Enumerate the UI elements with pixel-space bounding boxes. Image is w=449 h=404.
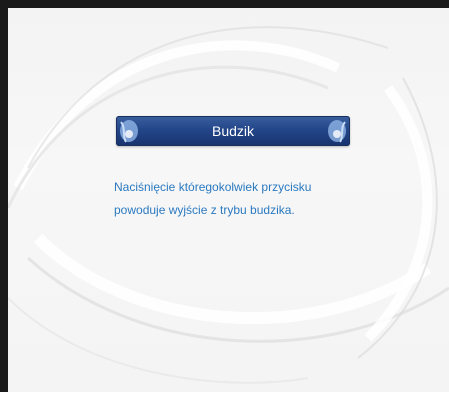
message-line-1: Naciśnięcie któregokolwiek przycisku [114, 180, 312, 194]
dialog-title: Budzik [211, 123, 255, 139]
message-line-2: powoduje wyjście z trybu budzika. [114, 203, 295, 217]
dialog-message: Naciśnięcie któregokolwiek przycisku pow… [114, 176, 354, 222]
ornament-right-icon [328, 120, 346, 143]
left-frame-border [0, 0, 8, 392]
dialog-title-bar: Budzik [116, 116, 350, 146]
bottom-margin [0, 392, 449, 404]
